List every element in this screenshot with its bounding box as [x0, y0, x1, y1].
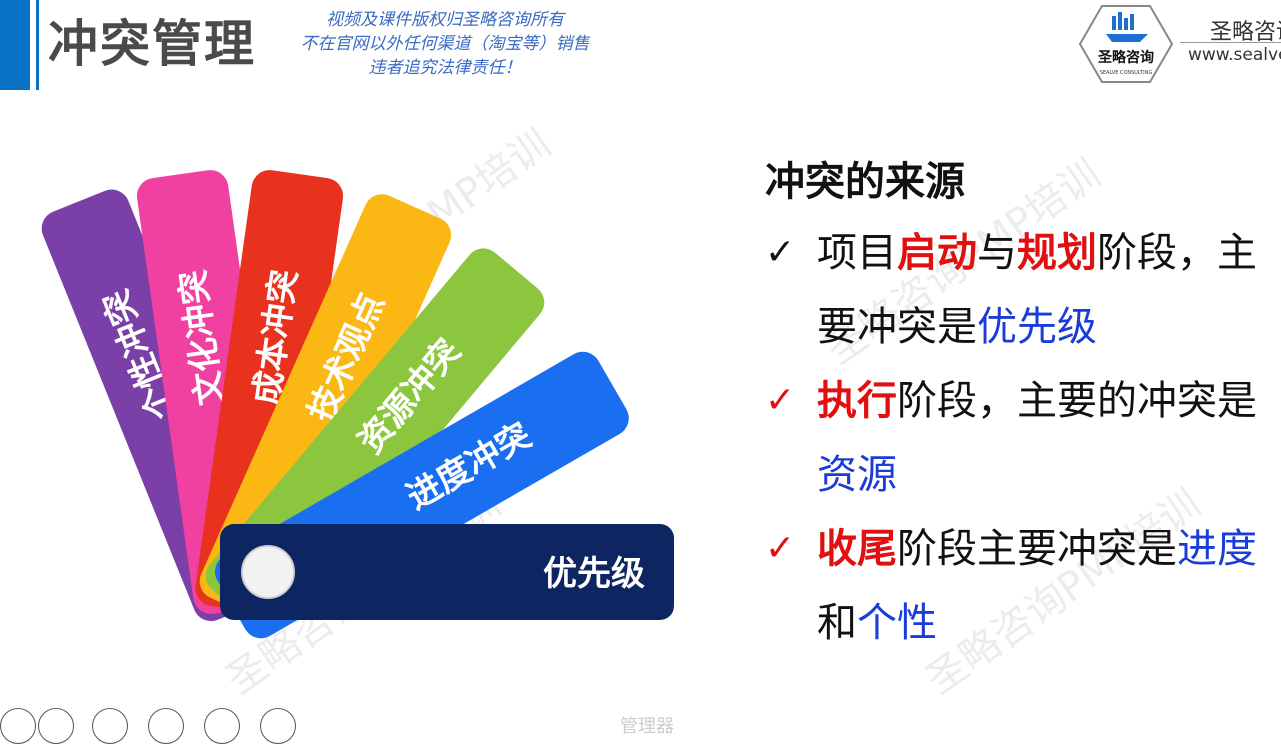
- source-item: ✓ 执行阶段，主要的冲突是资源: [765, 364, 1275, 512]
- slides-button[interactable]: [148, 708, 184, 744]
- conflict-types-fan: 个性冲突文化冲突 成本冲突技术观点资源冲突进度冲突优先级: [41, 170, 674, 639]
- source-text: 执行: [817, 378, 897, 424]
- conflict-sources-panel: 冲突的来源 ✓ 项目启动与规划阶段，主要冲突是优先级 ✓ 执行阶段，主要的冲突是资源 ✓…: [765, 150, 1275, 660]
- pivot-circle: [241, 545, 295, 599]
- source-text: 阶段主要冲突是: [897, 526, 1177, 572]
- brand-url: www.sealve.com: [1188, 45, 1281, 65]
- next-button[interactable]: [38, 708, 74, 744]
- sources-title: 冲突的来源: [765, 159, 965, 205]
- footer-note: 管理器: [620, 716, 674, 737]
- source-item: ✓ 项目启动与规划阶段，主要冲突是优先级: [765, 216, 1275, 364]
- source-text: 阶段，主要的冲突是: [897, 378, 1257, 424]
- source-item: ✓ 收尾阶段主要冲突是进度和个性: [765, 512, 1275, 660]
- source-text: 优先级: [977, 304, 1097, 350]
- source-text: 规划: [1017, 230, 1097, 276]
- source-text: 启动: [897, 230, 977, 276]
- source-text: 资源: [817, 452, 897, 498]
- zoom-button[interactable]: [204, 708, 240, 744]
- source-text: 进度: [1177, 526, 1257, 572]
- playback-toolbar: [0, 708, 320, 744]
- more-button[interactable]: [260, 708, 296, 744]
- check-icon: ✓: [765, 380, 796, 421]
- source-text: 与: [977, 230, 1017, 276]
- brand-divider: [1180, 42, 1281, 43]
- source-text: 个性: [857, 600, 937, 646]
- card-label: 优先级: [543, 554, 645, 594]
- source-text: 收尾: [817, 526, 897, 572]
- check-icon: ✓: [765, 528, 796, 569]
- prev-button[interactable]: [0, 708, 36, 744]
- source-text: 项目: [817, 230, 897, 276]
- pen-button[interactable]: [92, 708, 128, 744]
- check-icon: ✓: [765, 232, 796, 273]
- logo-subtext: SEALVE CONSULTING: [1100, 70, 1153, 76]
- source-text: 阶段，: [1097, 230, 1217, 276]
- logo-text: 圣略咨询: [1097, 49, 1154, 66]
- company-logo: 圣略咨询 SEALVE CONSULTING: [1078, 5, 1174, 83]
- source-text: 和: [817, 600, 857, 646]
